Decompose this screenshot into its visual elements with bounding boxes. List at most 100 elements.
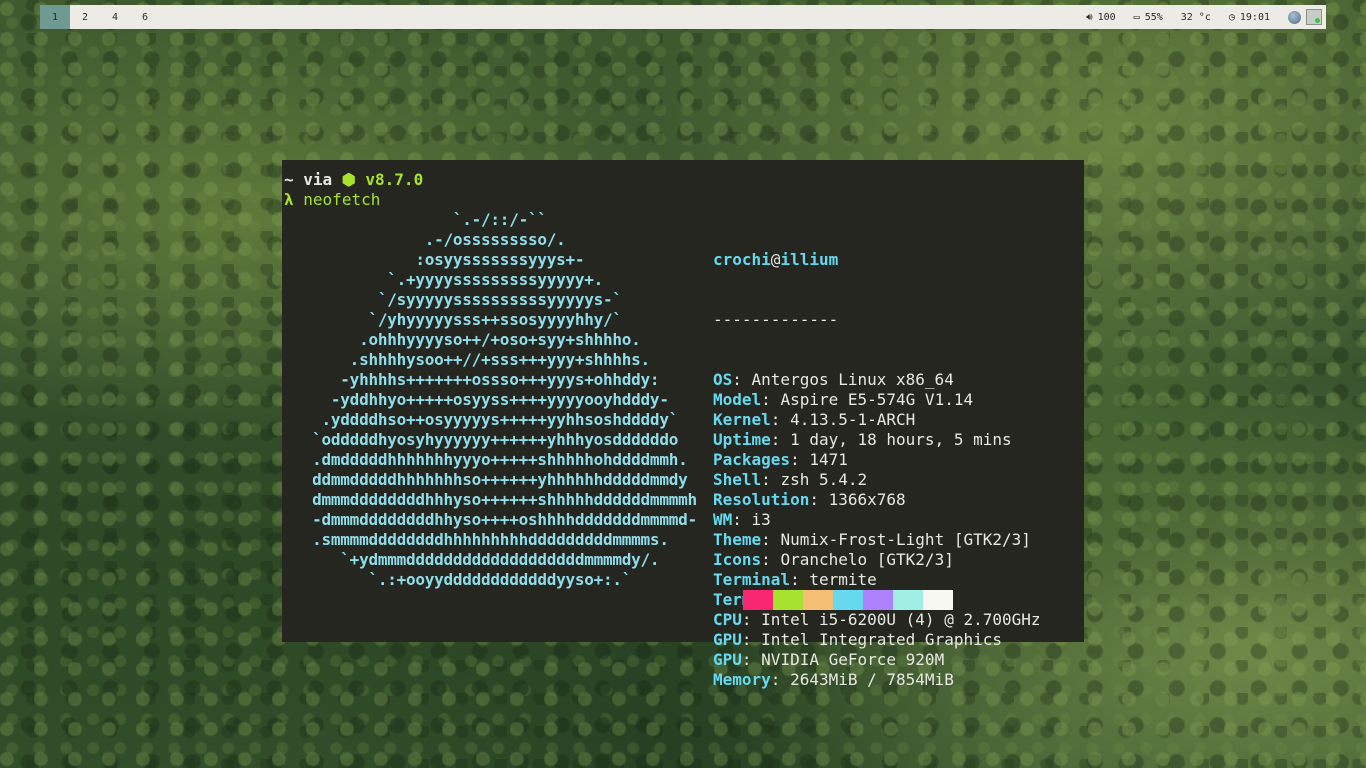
info-row: Resolution: 1366x768 <box>713 490 1041 510</box>
palette-swatch <box>923 590 953 610</box>
info-value: 4.13.5-1-ARCH <box>790 410 916 429</box>
info-key: GPU <box>713 630 742 649</box>
palette-swatch <box>803 590 833 610</box>
info-colon: : <box>761 390 781 409</box>
info-colon: : <box>761 470 781 489</box>
info-key: OS <box>713 370 733 389</box>
clock-icon: ◷ <box>1228 11 1235 23</box>
username: crochi <box>713 250 771 269</box>
info-value: 1366x768 <box>828 490 906 509</box>
lambda-prompt: λ <box>284 190 294 209</box>
logo-line: -yhhhhs+++++++ossso+++yyys+ohhddy: <box>284 370 660 389</box>
i3-status-bar: 1 2 4 6 🔊︎ 100 ▭ 55% 32 °c ◷ 19:01 <box>40 5 1326 29</box>
palette-swatch <box>863 590 893 610</box>
logo-line: `odddddhyosyhyyyyyy++++++yhhhyosddddddo <box>284 430 679 449</box>
info-value: 1471 <box>809 450 848 469</box>
battery-block: ▭ 55% <box>1134 12 1163 23</box>
info-key: Model <box>713 390 762 409</box>
info-row: Uptime: 1 day, 18 hours, 5 mins <box>713 430 1041 450</box>
logo-line: .ohhhyyyyso++/+oso+syy+shhhho. <box>284 330 641 349</box>
logo-line: .shhhhysoo++//+sss+++yyy+shhhhs. <box>284 350 651 369</box>
tray-app-icon[interactable] <box>1288 10 1301 24</box>
info-colon: : <box>770 410 791 429</box>
info-separator: ------------- <box>713 310 839 329</box>
command-line: λ neofetch <box>284 190 380 210</box>
info-key: GPU <box>713 650 742 669</box>
logo-line: -yddhhyo+++++osyyss++++yyyyooyhdddy- <box>284 390 669 409</box>
temperature-block: 32 °c <box>1181 12 1211 23</box>
user-host: crochi@illium <box>713 250 1041 270</box>
clock-block: ◷ 19:01 <box>1229 12 1270 23</box>
logo-line: `/yhyyyyysss++ssosyyyyhhy/` <box>284 310 622 329</box>
info-value: Aspire E5-574G V1.14 <box>780 390 974 409</box>
palette-swatch <box>743 590 773 610</box>
hostname: illium <box>780 250 839 269</box>
info-colon: : <box>770 430 791 449</box>
info-colon: : <box>790 450 810 469</box>
info-row: Theme: Numix-Frost-Light [GTK2/3] <box>713 530 1041 550</box>
speaker-icon: 🔊︎ <box>1086 11 1093 23</box>
info-row: GPU: Intel Integrated Graphics <box>713 630 1041 650</box>
info-colon: : <box>732 370 752 389</box>
info-row: Icons: Oranchelo [GTK2/3] <box>713 550 1041 570</box>
temperature-value: 32 °c <box>1180 11 1211 23</box>
info-value: 2643MiB / 7854MiB <box>790 670 954 689</box>
volume-value: 100 <box>1097 11 1116 23</box>
logo-line: .dmdddddhhhhhhhyyyo+++++shhhhhohddddmmh. <box>284 450 688 469</box>
system-tray <box>1288 9 1322 25</box>
terminal-window[interactable]: ~ via ⬢ v8.7.0 λ neofetch `.-/::/-`` .-/… <box>282 160 1084 689</box>
workspace-1-button[interactable]: 1 <box>40 5 70 29</box>
logo-line: :osyysssssssyyys+- <box>284 250 585 269</box>
info-key: Uptime <box>713 430 771 449</box>
info-value: 1 day, 18 hours, 5 mins <box>790 430 1012 449</box>
info-key: WM <box>713 510 733 529</box>
info-row: WM: i3 <box>713 510 1041 530</box>
info-row: CPU: Intel i5-6200U (4) @ 2.700GHz <box>713 610 1041 630</box>
shell-prompt: ~ via ⬢ v8.7.0 <box>284 170 423 190</box>
volume-block[interactable]: 🔊︎ 100 <box>1086 12 1115 23</box>
logo-line: .-/osssssssso/. <box>284 230 566 249</box>
prompt-path: ~ via <box>284 170 342 189</box>
info-key: Theme <box>713 530 762 549</box>
info-value: zsh 5.4.2 <box>780 470 868 489</box>
info-row: Shell: zsh 5.4.2 <box>713 470 1041 490</box>
battery-icon: ▭ <box>1133 11 1140 23</box>
info-value: NVIDIA GeForce 920M <box>761 650 945 669</box>
info-value: termite <box>809 570 877 589</box>
info-key: CPU <box>713 610 742 629</box>
logo-line: -dmmmddddddddhhyso++++oshhhhdddddddmmmmd… <box>284 510 697 529</box>
workspace-4-button[interactable]: 4 <box>100 5 130 29</box>
info-value: Antergos Linux x86_64 <box>751 370 954 389</box>
info-row: Memory: 2643MiB / 7854MiB <box>713 670 1041 690</box>
status-blocks: 🔊︎ 100 ▭ 55% 32 °c ◷ 19:01 <box>1086 5 1326 29</box>
system-info: crochi@illium ------------- OS: Antergos… <box>713 210 1041 730</box>
logo-line: `+ydmmmdddddddddddddddddddmmmmdy/. <box>284 550 660 569</box>
info-colon: : <box>770 670 791 689</box>
workspace-2-button[interactable]: 2 <box>70 5 100 29</box>
palette-swatch <box>833 590 863 610</box>
network-icon[interactable] <box>1306 9 1322 25</box>
workspace-6-button[interactable]: 6 <box>130 5 160 29</box>
antergos-ascii-logo: `.-/::/-`` .-/osssssssso/. :osyysssssssy… <box>284 210 697 590</box>
at-sign: @ <box>770 250 781 269</box>
info-row: Terminal: termite <box>713 570 1041 590</box>
workspace-switcher: 1 2 4 6 <box>40 5 160 29</box>
clock-value: 19:01 <box>1239 11 1270 23</box>
info-key: Memory <box>713 670 771 689</box>
logo-line: .yddddhso++osyyyyys+++++yyhhsoshddddy` <box>284 410 679 429</box>
info-value: Intel i5-6200U (4) @ 2.700GHz <box>761 610 1041 629</box>
info-row: Packages: 1471 <box>713 450 1041 470</box>
info-colon: : <box>761 530 781 549</box>
color-palette <box>743 590 953 610</box>
logo-line: ddmmdddddhhhhhhhso++++++yhhhhhhdddddmmdy <box>284 470 688 489</box>
palette-swatch <box>773 590 803 610</box>
logo-line: `.-/::/-`` <box>284 210 547 229</box>
info-key: Packages <box>713 450 791 469</box>
node-version: v8.7.0 <box>355 170 424 189</box>
info-row: Kernel: 4.13.5-1-ARCH <box>713 410 1041 430</box>
logo-line: .smmmmddddddddhhhhhhhhhdddddddddmmmms. <box>284 530 669 549</box>
info-row: GPU: NVIDIA GeForce 920M <box>713 650 1041 670</box>
logo-line: `.:+ooyyddddddddddddyyso+:.` <box>284 570 632 589</box>
info-colon: : <box>741 650 762 669</box>
info-colon: : <box>732 510 752 529</box>
